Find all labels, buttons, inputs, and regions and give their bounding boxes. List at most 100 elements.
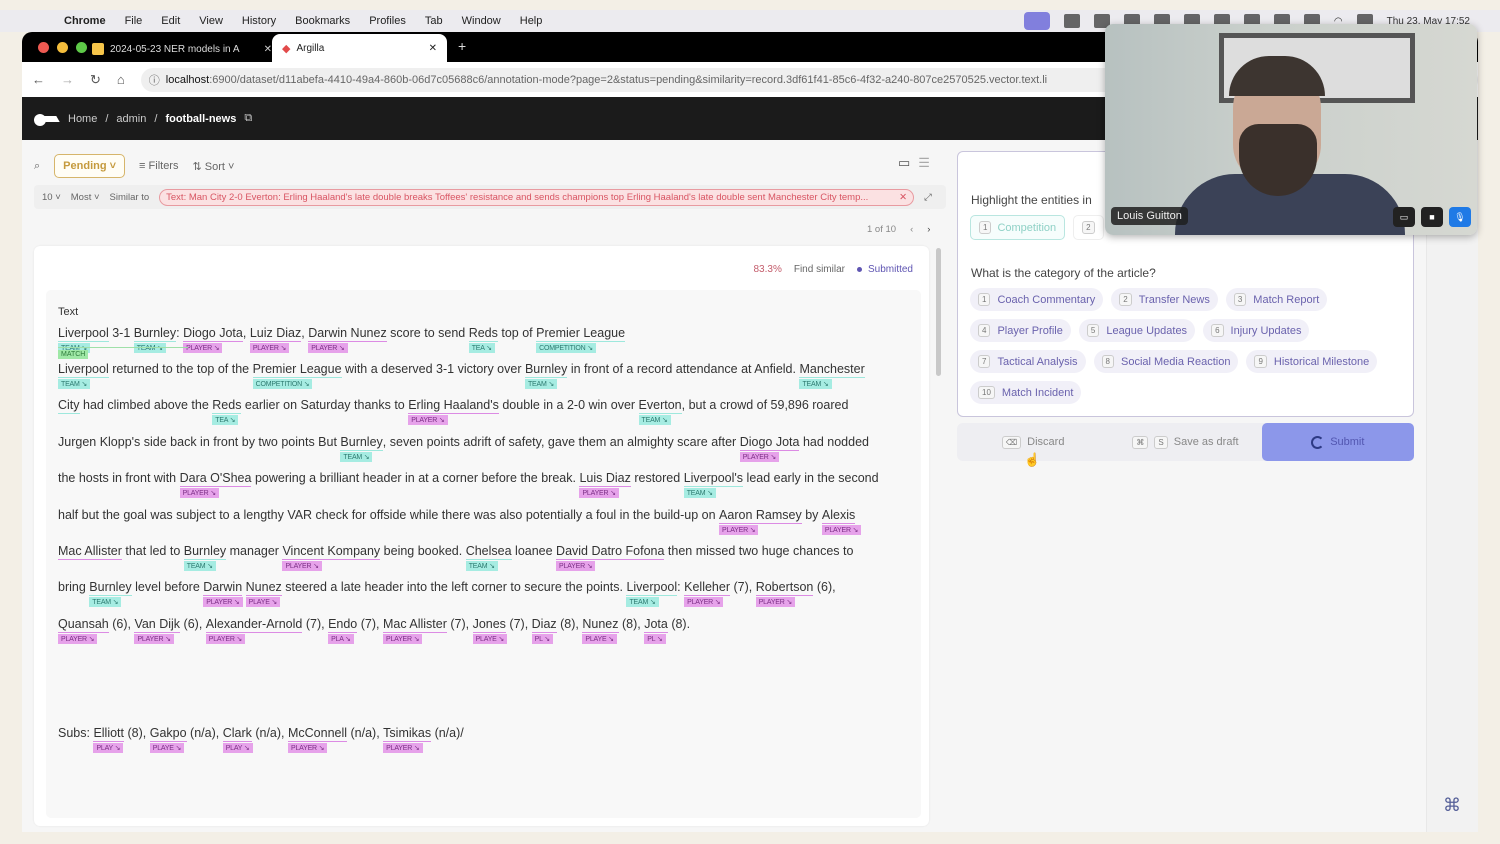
close-window-button[interactable] [38, 42, 49, 53]
video-call-overlay[interactable]: Louis Guitton ▭ ■ 🎙 [1105, 24, 1477, 235]
entity-tag[interactable]: TEAM ↘ [638, 415, 671, 425]
find-similar-button[interactable]: Find similar [794, 264, 845, 275]
entity-span-player[interactable]: Erling Haaland's PLAYER ↘ [408, 398, 499, 425]
copy-icon[interactable]: ⧉ [244, 112, 252, 125]
entity-span-team[interactable]: Liverpool TEAM ↘ [58, 362, 109, 389]
entity-span-player[interactable]: Luis Diaz PLAYER ↘ [579, 471, 631, 498]
category-option[interactable]: 4 Player Profile [970, 319, 1071, 342]
entity-tag[interactable]: PLAY ↘ [93, 743, 124, 753]
entity-span-player[interactable]: Jota PL ↘ [644, 617, 668, 644]
entity-tag[interactable]: PLAYER ↘ [205, 634, 246, 644]
entity-tag[interactable]: TEAM ↘ [340, 452, 373, 462]
entity-tag[interactable]: PLAYER ↘ [179, 488, 219, 498]
text-line[interactable]: Liverpool TEAM ↘ returned to the top of t… [58, 362, 865, 389]
entity-tag[interactable]: PLA ↘ [328, 634, 354, 644]
entity-tag[interactable]: PLAYER ↘ [556, 561, 596, 571]
entity-span-player[interactable]: Elliott PLAY ↘ [93, 726, 125, 753]
entity-span-player[interactable]: Kelleher PLAYER ↘ [684, 580, 730, 607]
category-option[interactable]: 10 Match Incident [970, 381, 1082, 404]
text-line[interactable]: half but the goal was subject to a lengt… [58, 508, 862, 535]
filters-button[interactable]: ≡ Filters [139, 160, 178, 172]
entity-span-player[interactable]: McConnell PLAYER ↘ [287, 726, 348, 753]
entity-span-player[interactable]: Tsimikas PLAYER ↘ [383, 726, 432, 753]
entity-tag[interactable]: COMPETITION ↘ [252, 379, 313, 389]
entity-tag[interactable]: PLAYER ↘ [134, 634, 174, 644]
category-option[interactable]: 1 Coach Commentary [970, 288, 1104, 311]
argilla-logo-icon[interactable] [34, 112, 60, 126]
maximize-window-button[interactable] [76, 42, 87, 53]
entity-span-player[interactable]: Mac Allister [58, 544, 122, 560]
entity-span-team[interactable]: Reds TEA ↘ [212, 398, 242, 425]
entity-span-player[interactable]: Mac Allister PLAYER ↘ [382, 617, 447, 644]
close-tab-icon[interactable]: ✕ [264, 44, 272, 55]
entity-tag[interactable]: PLAYE ↘ [245, 597, 281, 607]
entity-span-player[interactable]: Aaron Ramsey PLAYER ↘ [719, 508, 802, 535]
command-icon[interactable]: ⌘ [1443, 795, 1461, 816]
text-line[interactable]: Subs: Elliott PLAY ↘ (8), Gakpo PLAYE ↘ (n… [58, 726, 464, 753]
menu-file[interactable]: File [125, 15, 143, 27]
search-icon[interactable]: ⌕ [34, 160, 40, 173]
entity-span-player[interactable]: Quansah PLAYER ↘ [58, 617, 109, 644]
entity-span-team[interactable]: Burnley TEAM ↘ [340, 435, 383, 462]
entity-span-team[interactable]: Burnley TEAM ↘ [133, 326, 177, 353]
entity-span-player[interactable]: Clark PLAY ↘ [222, 726, 253, 753]
clear-similarity-icon[interactable]: ✕ [899, 192, 907, 203]
prev-page-icon[interactable]: ‹ [910, 224, 913, 235]
entity-span-player[interactable]: Gakpo PLAYE ↘ [149, 726, 187, 753]
back-icon[interactable]: ← [32, 72, 45, 87]
entity-tag[interactable]: PLAYER ↘ [203, 597, 243, 607]
entity-span-team[interactable]: City [58, 398, 80, 414]
category-option[interactable]: 2 Transfer News [1111, 288, 1218, 311]
entity-tag[interactable]: PL ↘ [531, 634, 553, 644]
entity-span-team[interactable]: Everton TEAM ↘ [638, 398, 682, 425]
entity-tag[interactable]: PLAYER ↘ [287, 743, 328, 753]
bulk-view-icon[interactable]: ☰ [918, 155, 930, 171]
entity-span-player[interactable]: Alexander-Arnold PLAYER ↘ [205, 617, 303, 644]
category-option[interactable]: 5 League Updates [1078, 319, 1196, 342]
entity-tag[interactable]: PL ↘ [644, 634, 666, 644]
entity-tag[interactable]: TEAM ↘ [799, 379, 832, 389]
menu-app[interactable]: Chrome [64, 15, 106, 27]
entity-span-player[interactable]: Diogo Jota PLAYER ↘ [739, 435, 800, 462]
breadcrumb-home[interactable]: Home [68, 113, 97, 125]
entity-tag[interactable]: TEAM ↘ [183, 561, 216, 571]
entity-tag[interactable]: PLAY ↘ [222, 743, 253, 753]
menu-view[interactable]: View [199, 15, 223, 27]
entity-span-player[interactable]: David Datro Fofona PLAYER ↘ [556, 544, 665, 571]
entity-span-player[interactable]: Darwin Nunez PLAYER ↘ [308, 326, 387, 353]
entity-span-player[interactable]: Nunez PLAYE ↘ [245, 580, 282, 607]
entity-span-player[interactable]: Alexis PLAYER ↘ [821, 508, 862, 535]
status-icon[interactable] [1063, 14, 1080, 28]
category-option[interactable]: 8 Social Media Reaction [1093, 350, 1239, 373]
entity-span-player[interactable]: Dara O'Shea PLAYER ↘ [179, 471, 252, 498]
entity-tag[interactable]: TEAM ↘ [89, 597, 122, 607]
entity-tag[interactable]: PLAYER ↘ [383, 743, 423, 753]
sort-button[interactable]: ⇅ Sort ˅ [192, 160, 234, 173]
camera-icon[interactable]: ■ [1421, 207, 1443, 227]
entity-span-player[interactable]: Diogo Jota PLAYER ↘ [183, 326, 243, 353]
entity-tag[interactable]: PLAYE ↘ [472, 634, 508, 644]
entity-tag[interactable]: PLAYER ↘ [408, 415, 448, 425]
entity-span-player[interactable]: Endo PLA ↘ [328, 617, 358, 644]
browser-tab-active[interactable]: ◆ Argilla ✕ [272, 34, 447, 62]
scrollbar[interactable] [936, 248, 941, 376]
entity-tag[interactable]: PLAYER ↘ [249, 343, 290, 353]
entity-tag[interactable]: PLAYER ↘ [308, 343, 348, 353]
entity-tag[interactable]: PLAYER ↘ [821, 525, 862, 535]
entity-tag[interactable]: PLAYER ↘ [282, 561, 322, 571]
category-option[interactable]: 6 Injury Updates [1203, 319, 1310, 342]
save-draft-button[interactable]: ⌘ S Save as draft [1109, 423, 1261, 461]
category-option[interactable]: 3 Match Report [1225, 288, 1328, 311]
breadcrumb-admin[interactable]: admin [116, 113, 146, 125]
entity-span-player[interactable]: Robertson PLAYER ↘ [755, 580, 814, 607]
entity-span-player[interactable]: Vincent Kompany PLAYER ↘ [282, 544, 381, 571]
site-info-icon[interactable]: ⓘ [149, 72, 160, 88]
entity-tag[interactable]: TEAM ↘ [524, 379, 558, 389]
entity-span-player[interactable]: Van Dijk PLAYER ↘ [134, 617, 181, 644]
entity-tag[interactable]: TEA ↘ [212, 415, 239, 425]
entity-tag[interactable]: TEAM ↘ [683, 488, 716, 498]
reload-icon[interactable]: ↻ [90, 72, 101, 88]
entity-tag[interactable]: TEAM ↘ [58, 379, 91, 389]
close-tab-icon[interactable]: ✕ [429, 43, 437, 54]
entity-span-comp[interactable]: Premier League COMPETITION ↘ [536, 326, 626, 353]
